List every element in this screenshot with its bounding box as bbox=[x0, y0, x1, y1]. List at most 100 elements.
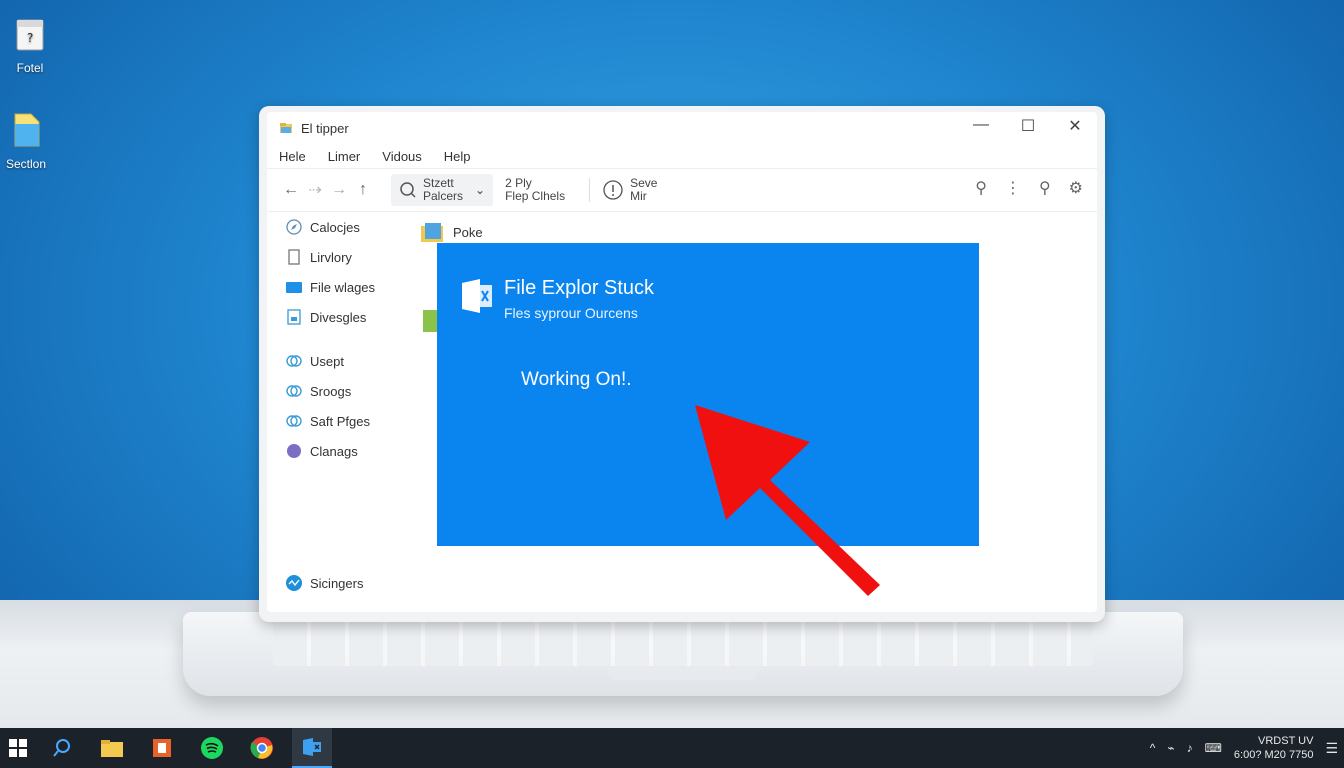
sidebar-footer-item[interactable]: Sicingers bbox=[267, 568, 363, 598]
folder-icon bbox=[423, 310, 437, 332]
back-arrow-icon[interactable]: ← bbox=[279, 181, 303, 199]
overlay-subtitle: Fles syprour Ourcens bbox=[504, 305, 638, 321]
sidebar-item-label: Sroogs bbox=[310, 383, 352, 399]
taskbar-clock[interactable]: VRDST UV 6:00? M20 7750 bbox=[1234, 734, 1314, 762]
explorer-app-icon bbox=[303, 738, 321, 756]
laptop-notch bbox=[608, 668, 758, 680]
sidebar-item-label: Clanags bbox=[310, 443, 358, 459]
file-icon bbox=[14, 113, 40, 147]
sidebar-item[interactable]: Usept bbox=[267, 346, 417, 376]
document-icon bbox=[288, 249, 300, 265]
sidebar-item[interactable]: Divesgles bbox=[267, 302, 417, 332]
windows-logo-icon bbox=[9, 739, 27, 757]
window-title: El tipper bbox=[301, 120, 349, 136]
link-icon bbox=[286, 355, 302, 367]
cortana-icon bbox=[53, 739, 70, 757]
globe-icon bbox=[287, 444, 301, 458]
chevron-down-icon: ⌄ bbox=[475, 183, 486, 197]
folder-item[interactable]: Poke bbox=[419, 220, 483, 244]
sidebar-item-label: Usept bbox=[310, 353, 344, 369]
forward-arrow-icon[interactable]: → bbox=[327, 181, 351, 199]
link-icon bbox=[286, 385, 302, 397]
desktop-icon-label: Sectlon bbox=[5, 157, 47, 171]
toolbar: ← ⇢ → ↑ Stzett Palcers ⌄ 2 Ply Flep Clhe… bbox=[267, 168, 1097, 212]
link-icon bbox=[286, 415, 302, 427]
spotify-icon bbox=[201, 737, 223, 759]
office-icon bbox=[153, 739, 171, 757]
notepad-icon: ? bbox=[16, 19, 44, 51]
settings-icon[interactable]: ⚙ bbox=[1069, 178, 1083, 198]
clock-line1: VRDST UV bbox=[1258, 735, 1314, 747]
more-icon[interactable]: ⋮ bbox=[1005, 178, 1021, 198]
office-taskbar-button[interactable] bbox=[142, 728, 182, 768]
tray-chevron-icon[interactable]: ^ bbox=[1150, 741, 1156, 755]
active-app-taskbar-button[interactable] bbox=[292, 728, 332, 768]
spotify-taskbar-button[interactable] bbox=[192, 728, 232, 768]
sidebar-item[interactable]: Lirvlory bbox=[267, 242, 417, 272]
sidebar-item[interactable]: Calocjes bbox=[267, 212, 417, 242]
sidebar-item[interactable]: Saft Pfges bbox=[267, 406, 417, 436]
laptop-base bbox=[183, 612, 1183, 696]
maximize-button[interactable]: ☐ bbox=[1011, 116, 1045, 136]
image-icon bbox=[287, 309, 301, 325]
folder-icon bbox=[101, 740, 123, 757]
clock-line2: 6:00? M20 7750 bbox=[1233, 749, 1314, 761]
menu-item[interactable]: Limer bbox=[328, 149, 361, 164]
svg-text:?: ? bbox=[27, 31, 33, 45]
network-icon bbox=[286, 575, 302, 591]
file-explorer-taskbar-button[interactable] bbox=[92, 728, 132, 768]
system-tray: ^ ⌁ ♪ ⌨ VRDST UV 6:00? M20 7750 ☰ bbox=[1150, 728, 1344, 768]
laptop-keyboard bbox=[273, 620, 1093, 666]
keyboard-icon[interactable]: ⌨ bbox=[1205, 741, 1222, 755]
search-taskbar-button[interactable] bbox=[42, 728, 82, 768]
toolbar-right-actions: ⚲ ⋮ ⚲ ⚙ bbox=[975, 178, 1083, 198]
forward-arrows-icon[interactable]: ⇢ bbox=[303, 180, 327, 200]
menu-item[interactable]: Help bbox=[444, 149, 471, 164]
sidebar-item-label: Divesgles bbox=[310, 309, 367, 325]
start-button[interactable] bbox=[0, 728, 36, 768]
sidebar-item-label: Sicingers bbox=[310, 575, 364, 591]
desktop-icon-fotel[interactable]: ? Fotel bbox=[0, 14, 60, 75]
laptop-screen: El tipper — ☐ ✕ Hele Limer Vidous Help ←… bbox=[259, 106, 1105, 622]
menu-bar: Hele Limer Vidous Help bbox=[267, 144, 1097, 168]
taskbar: ^ ⌁ ♪ ⌨ VRDST UV 6:00? M20 7750 ☰ bbox=[0, 728, 1344, 768]
volume-icon[interactable]: ♪ bbox=[1187, 741, 1193, 755]
minimize-button[interactable]: — bbox=[964, 116, 998, 134]
close-button[interactable]: ✕ bbox=[1058, 116, 1092, 136]
sidebar-item[interactable]: Sroogs bbox=[267, 376, 417, 406]
toolbar-label: Mir bbox=[630, 189, 647, 203]
file-explorer-window: El tipper — ☐ ✕ Hele Limer Vidous Help ←… bbox=[267, 112, 1097, 612]
zoom-icon[interactable]: ⚲ bbox=[1039, 178, 1051, 198]
toolbar-label: Palcers bbox=[423, 189, 464, 203]
folder-icon bbox=[286, 282, 302, 293]
toolbar-label: Flep Clhels bbox=[505, 189, 566, 203]
up-arrow-icon[interactable]: ↑ bbox=[351, 181, 375, 199]
sidebar-item[interactable]: Clanags bbox=[267, 436, 417, 466]
file-explorer-logo-icon bbox=[462, 279, 492, 313]
sidebar-item-label: File wlages bbox=[310, 279, 376, 295]
folder-icon bbox=[421, 223, 443, 242]
desktop-icon-sectlon[interactable]: Sectlon bbox=[0, 110, 56, 171]
red-arrow-icon bbox=[695, 405, 880, 596]
sidebar-item-label: Calocjes bbox=[310, 219, 360, 235]
menu-item[interactable]: Hele bbox=[279, 149, 306, 164]
folder-name: Poke bbox=[453, 224, 483, 240]
toolbar-divider bbox=[589, 178, 591, 202]
overlay-title: File Explor Stuck bbox=[504, 277, 655, 299]
toolbar-button-ply[interactable]: 2 Ply Flep Clhels bbox=[505, 177, 565, 203]
sidebar-item-label: Saft Pfges bbox=[310, 413, 370, 429]
search-icon[interactable]: ⚲ bbox=[975, 178, 987, 198]
sidebar-item[interactable]: File wlages bbox=[267, 272, 417, 302]
search-scope-dropdown[interactable]: Stzett Palcers ⌄ bbox=[391, 174, 494, 206]
chrome-taskbar-button[interactable] bbox=[242, 728, 282, 768]
desktop-icon-label: Fotel bbox=[16, 61, 44, 75]
toolbar-button-save[interactable]: Seve Mir bbox=[630, 177, 657, 203]
menu-item[interactable]: Vidous bbox=[382, 149, 422, 164]
navigation-pane: Calocjes Lirvlory File wlages Divesgles … bbox=[267, 212, 417, 612]
notification-icon[interactable]: ☰ bbox=[1325, 740, 1338, 757]
info-icon[interactable] bbox=[602, 179, 624, 201]
folder-icon bbox=[280, 123, 292, 133]
network-icon[interactable]: ⌁ bbox=[1167, 741, 1174, 755]
search-icon bbox=[400, 182, 416, 198]
